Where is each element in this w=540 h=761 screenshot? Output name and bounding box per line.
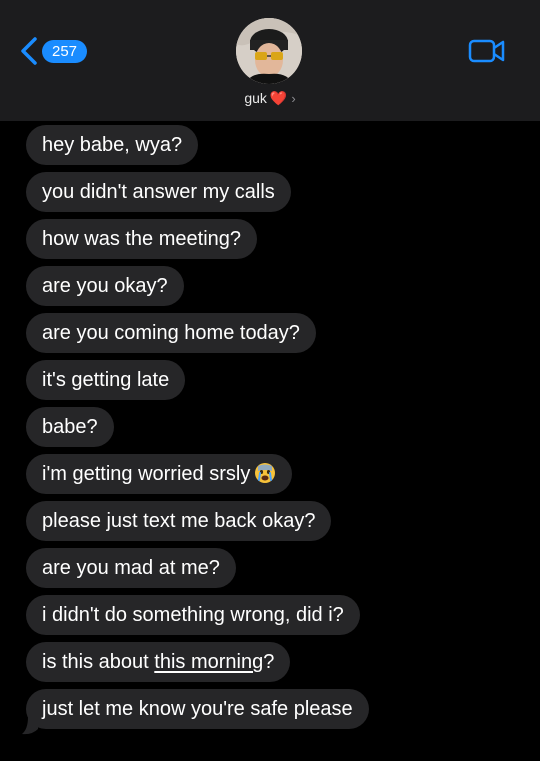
message-text: ? [263, 651, 275, 673]
video-call-button[interactable] [468, 39, 506, 68]
chevron-right-icon: › [291, 91, 296, 106]
contact-name: guk [244, 90, 267, 106]
message-text: it's getting late [42, 369, 170, 391]
message-text: are you okay? [42, 275, 168, 297]
chat-header: 257 guk ❤️ › [0, 0, 540, 121]
message-text: how was the meeting? [42, 228, 242, 250]
chevron-left-icon [21, 37, 37, 65]
message-text: please just text me back okay? [42, 510, 316, 532]
message-text: just let me know you're safe please [42, 698, 353, 720]
message-bubble[interactable]: please just text me back okay? [26, 501, 332, 541]
avatar-image [236, 18, 302, 84]
message-text: i didn't do something wrong, did i? [42, 604, 344, 626]
message-text: are you mad at me? [42, 557, 220, 579]
message-bubble[interactable]: how was the meeting? [26, 219, 258, 259]
message-text: are you coming home today? [42, 322, 300, 344]
message-text: babe? [42, 416, 98, 438]
message-bubble[interactable]: are you okay? [26, 266, 184, 306]
message-bubble[interactable]: just let me know you're safe please [26, 689, 369, 729]
message-bubble[interactable]: are you coming home today? [26, 313, 316, 353]
heart-icon: ❤️ [269, 90, 288, 106]
message-text: is this about [42, 651, 155, 673]
unread-count-badge: 257 [42, 39, 88, 63]
message-bubble[interactable]: i'm getting worried srsly [26, 454, 293, 494]
message-text: you didn't answer my calls [42, 181, 275, 203]
message-bubble[interactable]: babe? [26, 407, 114, 447]
message-bubble[interactable]: are you mad at me? [26, 548, 236, 588]
contact-name-row[interactable]: guk ❤️ › [0, 90, 540, 107]
avatar[interactable] [236, 18, 302, 84]
crying-face-icon [255, 463, 276, 483]
message-bubble[interactable]: it's getting late [26, 360, 186, 400]
message-text: i'm getting worried srsly [42, 463, 251, 485]
message-text: hey babe, wya? [42, 134, 183, 156]
bubble-tail [22, 717, 38, 735]
message-bubble[interactable]: i didn't do something wrong, did i? [26, 595, 360, 635]
message-link[interactable]: this morning [154, 651, 263, 673]
message-bubble[interactable]: hey babe, wya? [26, 125, 199, 165]
message-bubble[interactable]: you didn't answer my calls [26, 172, 291, 212]
message-bubble[interactable]: is this about this morning? [26, 642, 291, 682]
back-button[interactable]: 257 [20, 37, 88, 65]
video-camera-icon [468, 39, 505, 63]
